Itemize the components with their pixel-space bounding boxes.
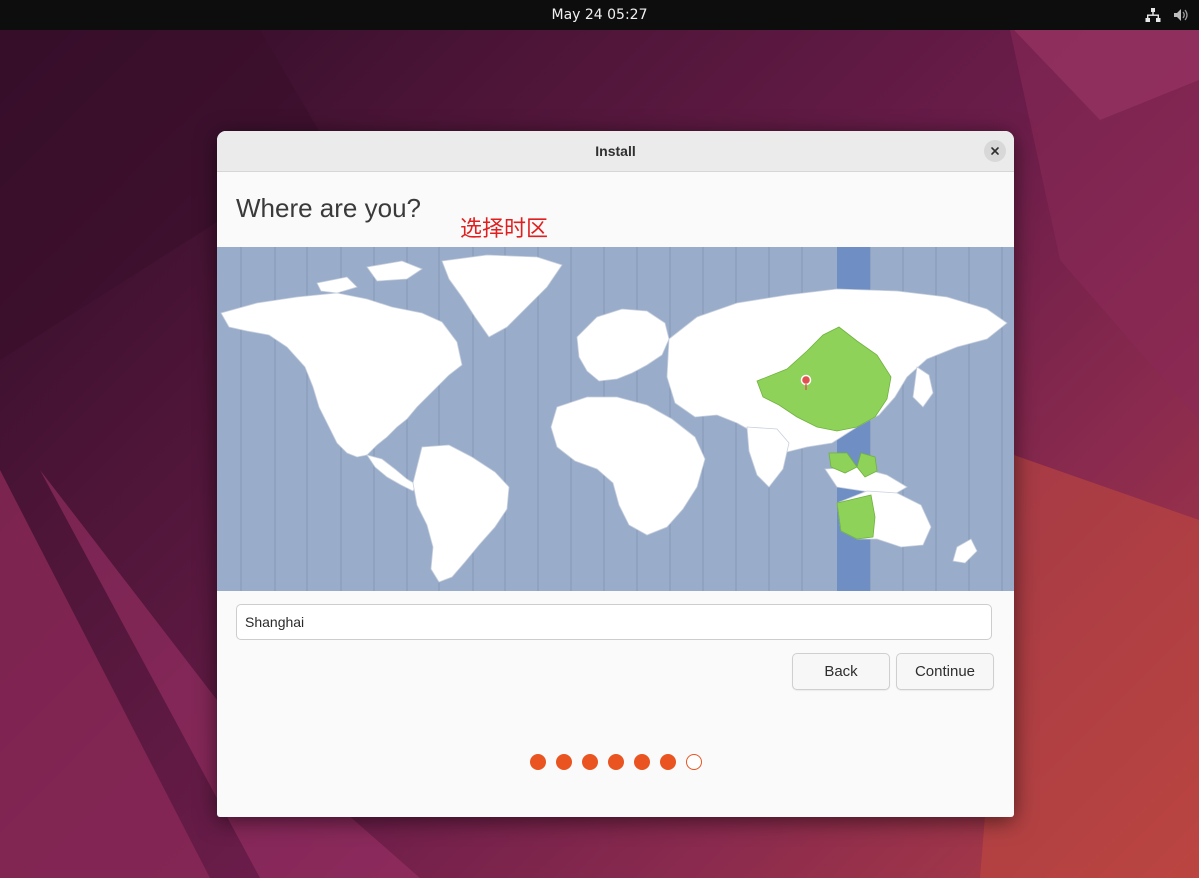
- page-title: Where are you?: [236, 193, 421, 223]
- progress-step-done: [607, 754, 624, 770]
- back-button[interactable]: Back: [792, 653, 890, 690]
- annotation-label: 选择时区: [460, 217, 549, 242]
- progress-indicator: [217, 754, 1014, 772]
- timezone-map[interactable]: [217, 247, 1014, 591]
- progress-step-done: [555, 754, 572, 770]
- progress-step-done: [529, 754, 546, 770]
- progress-step-done: [659, 754, 676, 770]
- volume-muted-icon[interactable]: [1173, 7, 1189, 23]
- progress-step-done: [633, 754, 650, 770]
- network-icon[interactable]: [1145, 7, 1161, 23]
- top-bar: May 24 05:27: [0, 0, 1199, 30]
- continue-button[interactable]: Continue: [896, 653, 994, 690]
- progress-step-done: [581, 754, 598, 770]
- close-icon: [991, 147, 999, 155]
- desktop: May 24 05:27 Install Where are you? 选择时区…: [0, 0, 1199, 878]
- progress-step-current: [685, 754, 702, 770]
- clock[interactable]: May 24 05:27: [0, 0, 1199, 30]
- timezone-field[interactable]: [236, 604, 992, 640]
- title-bar[interactable]: Install: [217, 131, 1014, 172]
- install-window: Install Where are you? 选择时区 Shanghai Bac…: [217, 131, 1014, 817]
- system-tray[interactable]: [1145, 0, 1189, 30]
- close-button[interactable]: [984, 140, 1006, 162]
- window-title: Install: [595, 143, 636, 159]
